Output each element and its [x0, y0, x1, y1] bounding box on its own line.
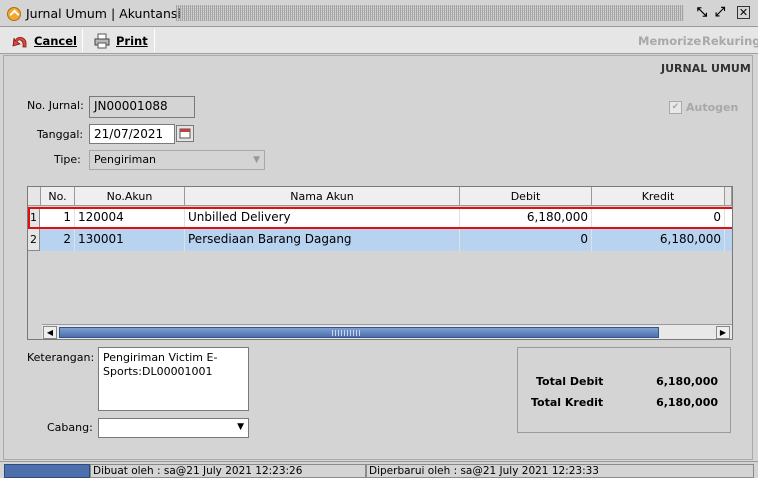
memorize-button[interactable]: Memorize: [638, 34, 701, 48]
journal-table: No. No.Akun Nama Akun Debit Kredit 1 1 1…: [27, 186, 733, 340]
cell-no[interactable]: 2: [41, 229, 75, 251]
chevron-down-icon: ▼: [253, 155, 260, 165]
undo-arrow-icon: [12, 36, 27, 47]
restore-icon[interactable]: ⤡: [694, 5, 710, 21]
column-header-nama-akun[interactable]: Nama Akun: [185, 187, 460, 206]
print-label: Print: [116, 33, 148, 48]
tipe-value: Pengiriman: [94, 153, 157, 166]
app-icon: [7, 7, 21, 21]
rekuring-button[interactable]: Rekuring: [702, 34, 758, 48]
updated-info: Diperbarui oleh : sa@21 July 2021 12:23:…: [366, 464, 754, 478]
cell-kredit[interactable]: 6,180,000: [592, 229, 725, 251]
selected-row-highlight: [28, 207, 732, 229]
cancel-label: Cancel: [34, 33, 77, 48]
cabang-select[interactable]: ▼: [98, 418, 249, 438]
keterangan-textarea[interactable]: Pengiriman Victim E-Sports:DL00001001: [98, 347, 249, 411]
status-bar: Dibuat oleh : sa@21 July 2021 12:23:26 D…: [0, 461, 758, 478]
table-header-filler: [725, 187, 732, 206]
toolbar-separator: [82, 29, 83, 52]
column-header-kredit[interactable]: Kredit: [592, 187, 725, 206]
row-number[interactable]: 2: [28, 229, 40, 251]
cancel-button[interactable]: Cancel: [6, 30, 82, 51]
column-header-no-akun[interactable]: No.Akun: [75, 187, 185, 206]
tipe-label: Tipe:: [54, 153, 81, 166]
total-kredit-label: Total Kredit: [531, 396, 604, 409]
totals-panel: Total Debit 6,180,000 Total Kredit 6,180…: [517, 347, 731, 433]
total-debit-value: 6,180,000: [656, 375, 718, 388]
cabang-label: Cabang:: [47, 421, 93, 434]
scroll-left-icon[interactable]: ◀: [43, 326, 57, 339]
calendar-icon: [179, 128, 191, 139]
scroll-thumb[interactable]: [59, 327, 659, 338]
no-jurnal-label: No. Jurnal:: [27, 99, 84, 112]
printer-icon: [94, 33, 110, 48]
print-button[interactable]: Print: [88, 30, 153, 51]
progress-bar: [4, 464, 90, 478]
calendar-button[interactable]: [176, 125, 194, 142]
checkmark-icon: ✔: [669, 101, 682, 114]
cell-debit[interactable]: 0: [460, 229, 592, 251]
close-icon[interactable]: ✕: [737, 6, 750, 19]
tipe-select[interactable]: Pengiriman ▼: [89, 150, 265, 170]
cell-no-akun[interactable]: 130001: [75, 229, 185, 251]
section-title: JURNAL UMUM: [661, 62, 751, 75]
autogen-checkbox[interactable]: ✔ Autogen: [669, 101, 738, 114]
column-header-debit[interactable]: Debit: [460, 187, 592, 206]
autogen-label: Autogen: [686, 101, 739, 114]
created-info: Dibuat oleh : sa@21 July 2021 12:23:26: [90, 464, 366, 478]
title-bar: Jurnal Umum | Akuntansi ⤡ ⤢ ✕: [0, 0, 758, 27]
window-title: Jurnal Umum | Akuntansi: [26, 6, 181, 21]
no-jurnal-field[interactable]: JN00001088: [89, 96, 195, 118]
scroll-right-icon[interactable]: ▶: [716, 326, 730, 339]
total-kredit-value: 6,180,000: [656, 396, 718, 409]
toolbar: Cancel Print Memorize Rekuring: [0, 27, 758, 54]
toolbar-separator: [154, 29, 155, 52]
maximize-icon[interactable]: ⤢: [712, 5, 728, 21]
column-header-no[interactable]: No.: [41, 187, 75, 206]
chevron-down-icon: ▼: [237, 422, 244, 432]
keterangan-label: Keterangan:: [27, 351, 95, 364]
tanggal-field[interactable]: 21/07/2021: [89, 124, 175, 144]
horizontal-scrollbar[interactable]: ◀ ▶: [42, 324, 732, 339]
tanggal-label: Tanggal:: [37, 128, 84, 141]
table-row[interactable]: 2 2 130001 Persediaan Barang Dagang 0 6,…: [28, 229, 732, 251]
table-corner: [28, 187, 41, 206]
title-drag-area[interactable]: [176, 5, 684, 21]
cell-nama-akun[interactable]: Persediaan Barang Dagang: [185, 229, 460, 251]
total-debit-label: Total Debit: [536, 375, 604, 388]
